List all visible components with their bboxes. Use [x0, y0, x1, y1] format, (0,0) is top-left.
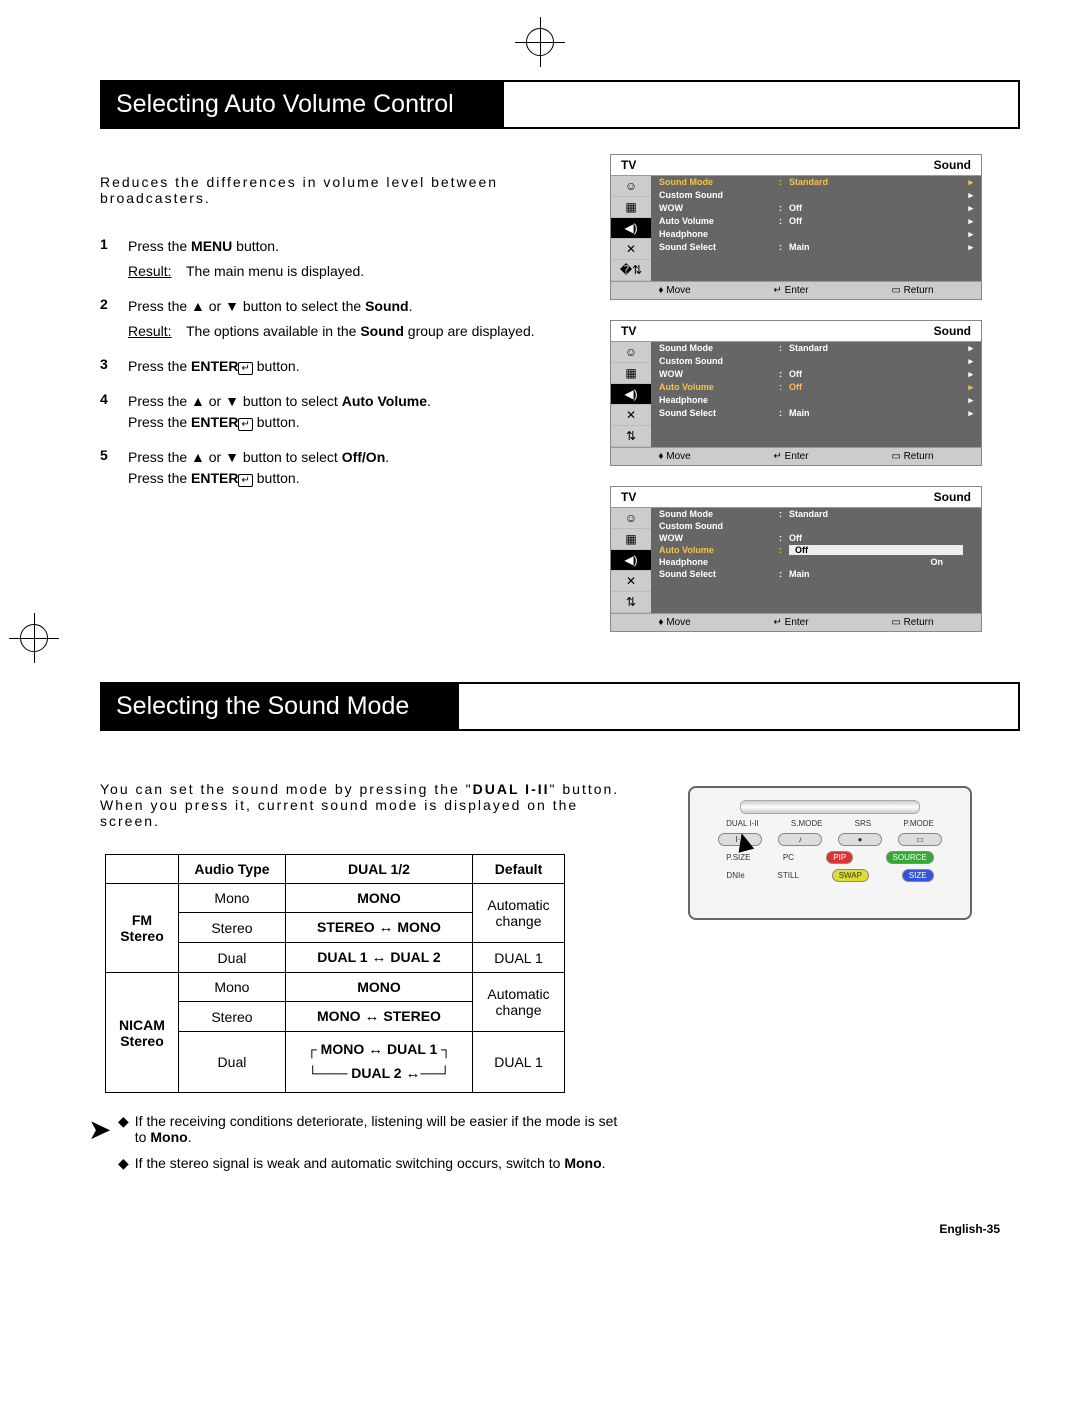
- note-arrow-icon: ➤: [88, 1113, 111, 1146]
- remote-illustration: DUAL I-IIS.MODESRSP.MODE I·II♪●▭ P.SIZEP…: [688, 786, 972, 920]
- step-4: 4 Press the ▲ or ▼ button to select Auto…: [100, 391, 590, 433]
- enter-icon: ↵: [238, 474, 252, 487]
- section-heading: Selecting the Sound Mode: [100, 682, 1020, 731]
- section1-intro: Reduces the differences in volume level …: [100, 174, 590, 206]
- dual-mode-table: Audio Type DUAL 1/2 Default FMStereo Mon…: [105, 854, 565, 1093]
- enter-icon: ↵: [238, 418, 252, 431]
- osd-screenshot-1: TVSound ☺▦◀)✕�⇅ Sound Mode:Standard▸ Cus…: [610, 154, 982, 300]
- osd-screenshot-3: TVSound ☺▦◀)✕⇅ Sound Mode:Standard Custo…: [610, 486, 982, 632]
- section1-title: Selecting Auto Volume Control: [102, 82, 504, 127]
- enter-icon: ↵: [238, 362, 252, 375]
- page-number: English-35: [100, 1222, 1020, 1236]
- step-5: 5 Press the ▲ or ▼ button to select Off/…: [100, 447, 590, 489]
- step-2: 2 Press the ▲ or ▼ button to select the …: [100, 296, 590, 342]
- section-heading: Selecting Auto Volume Control: [100, 80, 1020, 129]
- section2-intro: You can set the sound mode by pressing t…: [100, 781, 620, 829]
- step-3: 3 Press the ENTER↵ button.: [100, 356, 590, 377]
- steps-list: 1 Press the MENU button. Result:The main…: [100, 236, 590, 489]
- section2-title: Selecting the Sound Mode: [102, 684, 459, 729]
- osd-screenshot-2: TVSound ☺▦◀)✕⇅ Sound Mode:Standard▸ Cust…: [610, 320, 982, 466]
- notes: ➤ ◆If the receiving conditions deteriora…: [118, 1113, 620, 1172]
- step-1: 1 Press the MENU button. Result:The main…: [100, 236, 590, 282]
